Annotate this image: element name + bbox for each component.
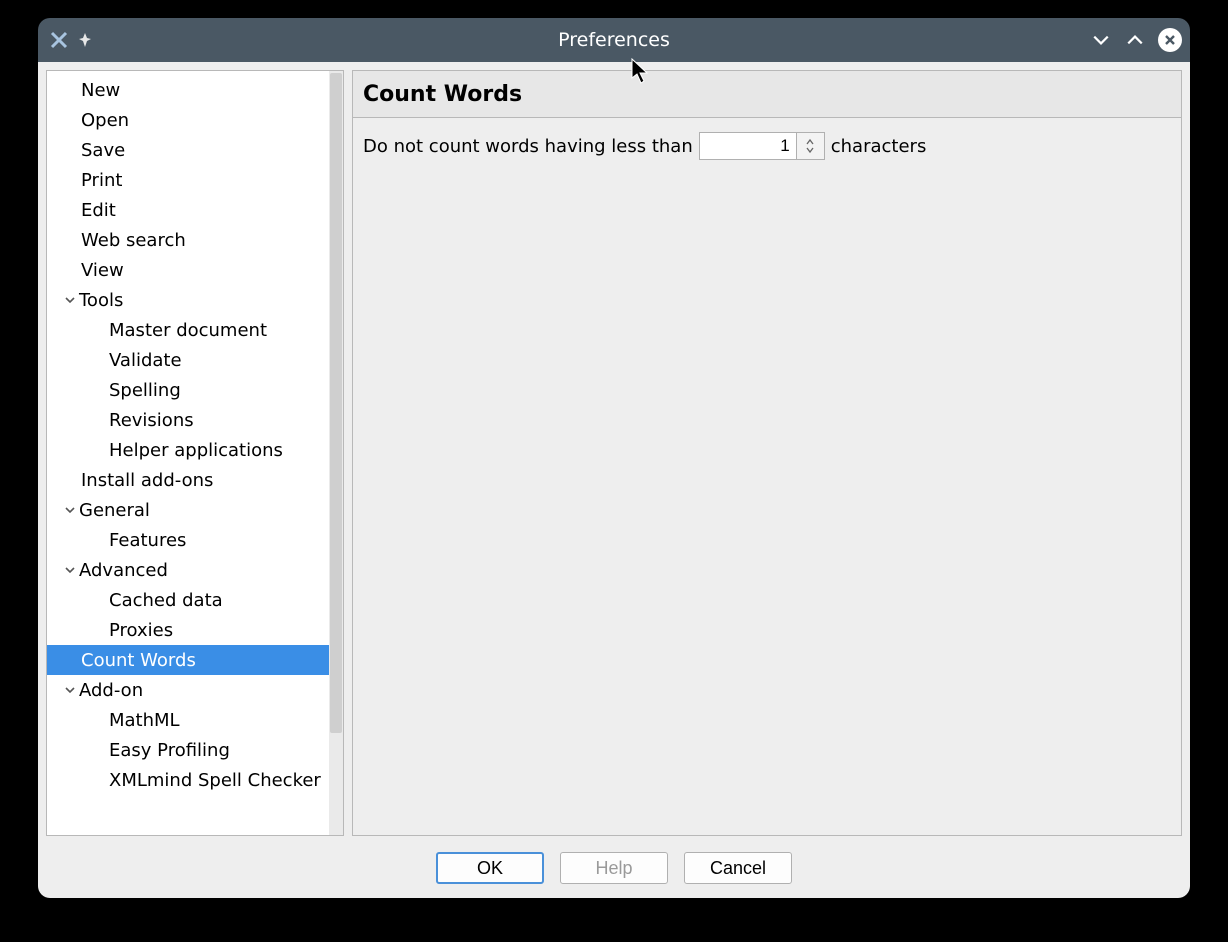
preferences-tree[interactable]: New Open Save Print Edit Web search View Tools M… xyxy=(46,70,344,836)
tree-item[interactable]: Features xyxy=(47,525,343,555)
min-chars-input[interactable] xyxy=(699,132,797,160)
tree-item-label: View xyxy=(81,260,124,281)
tree-item[interactable]: New xyxy=(47,75,343,105)
tree-item-label: Cached data xyxy=(109,590,223,611)
tree-item-label: Web search xyxy=(81,230,186,251)
tree-item-label: Easy Profiling xyxy=(109,740,230,761)
tree-item[interactable]: Proxies xyxy=(47,615,343,645)
tree-item[interactable]: Tools xyxy=(47,285,343,315)
tree-item-label: Revisions xyxy=(109,410,194,431)
chevron-down-icon[interactable] xyxy=(63,505,77,515)
tree-item[interactable]: Revisions xyxy=(47,405,343,435)
tree-item[interactable]: Edit xyxy=(47,195,343,225)
tree-item-label: New xyxy=(81,80,120,101)
tree-item-label: Edit xyxy=(81,200,116,221)
tree-item-label: Features xyxy=(109,530,186,551)
minimize-button[interactable] xyxy=(1090,29,1112,51)
tree-item[interactable]: XMLmind Spell Checker xyxy=(47,765,343,795)
tree-item-label: General xyxy=(79,500,150,521)
tree-item[interactable]: Spelling xyxy=(47,375,343,405)
tree-item-label: MathML xyxy=(109,710,180,731)
tree-item-label: Tools xyxy=(79,290,123,311)
scrollbar-thumb[interactable] xyxy=(330,73,342,733)
tree-item-label: Helper applications xyxy=(109,440,283,461)
app-icon xyxy=(48,29,70,51)
spinner-buttons[interactable] xyxy=(797,132,825,160)
tree-item[interactable]: MathML xyxy=(47,705,343,735)
cancel-button[interactable]: Cancel xyxy=(684,852,792,884)
tree-item-label: Validate xyxy=(109,350,182,371)
chevron-down-icon[interactable] xyxy=(63,295,77,305)
tree-item-label: Count Words xyxy=(81,650,196,671)
tree-item[interactable]: Web search xyxy=(47,225,343,255)
tree-item-label: Proxies xyxy=(109,620,173,641)
tree-item[interactable]: Open xyxy=(47,105,343,135)
tree-item[interactable]: Helper applications xyxy=(47,435,343,465)
button-bar: OK Help Cancel xyxy=(46,836,1182,890)
tree-item[interactable]: Validate xyxy=(47,345,343,375)
setting-label-before: Do not count words having less than xyxy=(363,136,693,157)
tree-item-label: Spelling xyxy=(109,380,181,401)
tree-item-label: Advanced xyxy=(79,560,168,581)
chevron-down-icon[interactable] xyxy=(63,565,77,575)
panel-body: Do not count words having less than char… xyxy=(352,118,1182,836)
pin-icon[interactable] xyxy=(76,31,94,49)
tree-item-label: XMLmind Spell Checker xyxy=(109,770,321,791)
tree-item-label: Print xyxy=(81,170,122,191)
tree-item[interactable]: Master document xyxy=(47,315,343,345)
scrollbar[interactable] xyxy=(329,71,343,835)
tree-item[interactable]: Advanced xyxy=(47,555,343,585)
tree-item-label: Add-on xyxy=(79,680,143,701)
tree-item[interactable]: Cached data xyxy=(47,585,343,615)
tree-item[interactable]: General xyxy=(47,495,343,525)
window-title: Preferences xyxy=(38,29,1190,51)
tree-item[interactable]: View xyxy=(47,255,343,285)
setting-label-after: characters xyxy=(831,136,927,157)
tree-item-label: Save xyxy=(81,140,125,161)
tree-item[interactable]: Save xyxy=(47,135,343,165)
ok-button[interactable]: OK xyxy=(436,852,544,884)
help-button: Help xyxy=(560,852,668,884)
panel-header: Count Words xyxy=(352,70,1182,118)
tree-item[interactable]: Add-on xyxy=(47,675,343,705)
tree-item[interactable]: Install add-ons xyxy=(47,465,343,495)
tree-item-label: Install add-ons xyxy=(81,470,213,491)
titlebar: Preferences xyxy=(38,18,1190,62)
chevron-down-icon[interactable] xyxy=(63,685,77,695)
close-button[interactable] xyxy=(1158,28,1182,52)
tree-item[interactable]: Count Words xyxy=(47,645,343,675)
tree-item[interactable]: Print xyxy=(47,165,343,195)
tree-item[interactable]: Easy Profiling xyxy=(47,735,343,765)
tree-item-label: Master document xyxy=(109,320,267,341)
tree-item-label: Open xyxy=(81,110,129,131)
maximize-button[interactable] xyxy=(1124,29,1146,51)
